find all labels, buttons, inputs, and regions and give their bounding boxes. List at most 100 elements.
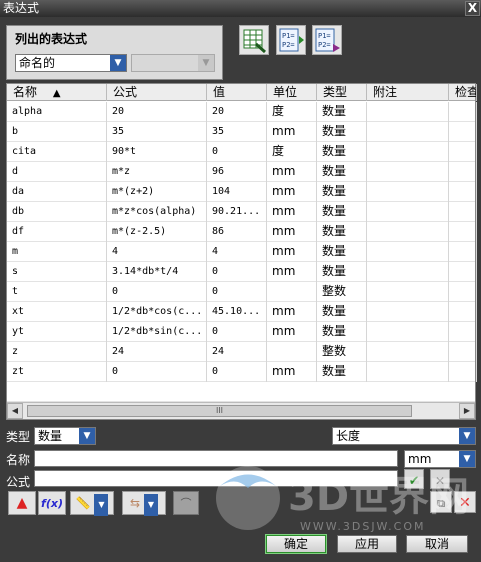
scroll-left-icon[interactable]: ◀ xyxy=(7,403,23,419)
name-cell: alpha xyxy=(7,102,107,122)
table-row[interactable]: t 0 0 整数 xyxy=(7,282,477,302)
check-cell xyxy=(449,142,477,162)
value-cell: 86 xyxy=(207,222,267,242)
scroll-right-icon[interactable]: ▶ xyxy=(459,403,475,419)
name-cell: b xyxy=(7,122,107,142)
column-header-value[interactable]: 值 xyxy=(207,84,267,101)
watermark-brand: 3D世界网 xyxy=(288,474,469,520)
function-button[interactable]: f(x) xyxy=(38,491,66,515)
listed-expressions-group: 列出的表达式 命名的 ▼ ▼ xyxy=(6,25,223,80)
column-header-check[interactable]: 检查 xyxy=(449,84,477,101)
column-header-unit[interactable]: 单位 xyxy=(267,84,317,101)
name-cell: m xyxy=(7,242,107,262)
note-cell xyxy=(367,182,449,202)
move-up-button[interactable]: ▲ xyxy=(8,491,36,515)
type-cell: 数量 xyxy=(317,182,367,202)
note-cell xyxy=(367,122,449,142)
note-cell xyxy=(367,342,449,362)
p2-text: P2= xyxy=(282,41,295,49)
table-row[interactable]: da m*(z+2) 104 mm 数量 xyxy=(7,182,477,202)
table-row[interactable]: z 24 24 整数 xyxy=(7,342,477,362)
table-row[interactable]: db m*z*cos(alpha) 90.21... mm 数量 xyxy=(7,202,477,222)
chevron-down-icon: ▼ xyxy=(94,494,109,516)
unit-cell: mm xyxy=(267,162,317,182)
formula-cell: 0 xyxy=(107,362,207,382)
value-cell: 4 xyxy=(207,242,267,262)
p2-text: P2= xyxy=(318,41,331,49)
p1-text: P1= xyxy=(282,32,295,40)
name-cell: cita xyxy=(7,142,107,162)
export-expressions-button[interactable]: P1= P2= xyxy=(312,25,342,55)
type-dropdown[interactable]: 数量 ▼ xyxy=(34,427,96,445)
unit-cell: mm xyxy=(267,302,317,322)
formula-cell: m*(z-2.5) xyxy=(107,222,207,242)
sort-ascending-icon: ▲ xyxy=(52,88,61,99)
check-cell xyxy=(449,202,477,222)
name-label: 名称 xyxy=(6,453,31,467)
note-cell xyxy=(367,142,449,162)
type-cell: 数量 xyxy=(317,362,367,382)
table-row[interactable]: zt 0 0 mm 数量 xyxy=(7,362,477,382)
spreadsheet-edit-button[interactable] xyxy=(239,25,269,55)
type-cell: 数量 xyxy=(317,102,367,122)
cancel-button[interactable]: 取消 xyxy=(406,535,468,553)
list-filter-dropdown[interactable]: 命名的 ▼ xyxy=(15,54,127,72)
secondary-filter-dropdown: ▼ xyxy=(131,54,215,72)
type-cell: 数量 xyxy=(317,222,367,242)
table-row[interactable]: xt 1/2*db*cos(c... 45.10... mm 数量 xyxy=(7,302,477,322)
value-cell: 24 xyxy=(207,342,267,362)
table-row[interactable] xyxy=(7,382,475,402)
note-cell xyxy=(367,162,449,182)
unit-cell: mm xyxy=(267,202,317,222)
check-cell xyxy=(449,342,477,362)
unit-cell: mm xyxy=(267,362,317,382)
table-row[interactable]: yt 1/2*db*sin(c... 0 mm 数量 xyxy=(7,322,477,342)
check-cell xyxy=(449,102,477,122)
measure-dropdown-button[interactable]: 📏 ▼ xyxy=(70,491,114,516)
ok-button[interactable]: 确定 xyxy=(266,535,326,553)
graph-button[interactable]: ⌒ xyxy=(173,491,199,515)
type-value: 数量 xyxy=(38,429,63,443)
column-header-type[interactable]: 类型 xyxy=(317,84,367,101)
horizontal-scrollbar[interactable]: ◀ III ▶ xyxy=(7,402,475,419)
name-cell: zt xyxy=(7,362,107,382)
column-header-name[interactable]: 名称 ▲ xyxy=(7,84,107,101)
check-cell xyxy=(449,222,477,242)
dimension-dropdown[interactable]: 长度 ▼ xyxy=(332,427,476,445)
unit-cell: mm xyxy=(267,242,317,262)
formula-cell: 24 xyxy=(107,342,207,362)
table-row[interactable]: d m*z 96 mm 数量 xyxy=(7,162,477,182)
formula-label: 公式 xyxy=(6,475,31,489)
table-row[interactable]: alpha 20 20 度数量 xyxy=(7,102,477,122)
column-header-note[interactable]: 附注 xyxy=(367,84,449,101)
type-cell: 数量 xyxy=(317,262,367,282)
formula-cell: 1/2*db*sin(c... xyxy=(107,322,207,342)
note-cell xyxy=(367,202,449,222)
table-row[interactable]: m 4 4 mm 数量 xyxy=(7,242,477,262)
import-p1p2-icon: P1= P2= xyxy=(279,28,304,52)
table-row[interactable]: s 3.14*db*t/4 0 mm 数量 xyxy=(7,262,477,282)
close-icon[interactable]: X xyxy=(465,1,480,16)
watermark-url: WWW.3DSJW.COM xyxy=(300,520,426,533)
reference-dropdown-button[interactable]: ⇆ ▼ xyxy=(122,491,166,516)
value-cell: 0 xyxy=(207,362,267,382)
import-expressions-button[interactable]: P1= P2= xyxy=(276,25,306,55)
type-label: 类型 xyxy=(6,430,31,444)
scroll-thumb[interactable]: III xyxy=(27,405,412,417)
type-cell: 数量 xyxy=(317,142,367,162)
apply-button[interactable]: 应用 xyxy=(337,535,397,553)
table-row[interactable]: cita 90*t 0 度数量 xyxy=(7,142,477,162)
type-cell: 数量 xyxy=(317,322,367,342)
expressions-table[interactable]: 名称 ▲ 公式 值 单位 类型 附注 检查 alpha 20 20 度数量 b 35 35 m… xyxy=(6,83,477,420)
table-row[interactable]: df m*(z-2.5) 86 mm 数量 xyxy=(7,222,477,242)
formula-cell: m*z xyxy=(107,162,207,182)
chevron-down-icon: ▼ xyxy=(79,428,95,444)
check-cell xyxy=(449,322,477,342)
unit-cell: mm xyxy=(267,262,317,282)
column-header-formula[interactable]: 公式 xyxy=(107,84,207,101)
unit-cell: mm xyxy=(267,222,317,242)
unit-cell: mm xyxy=(267,322,317,342)
table-row[interactable]: b 35 35 mm 数量 xyxy=(7,122,477,142)
formula-cell: m*z*cos(alpha) xyxy=(107,202,207,222)
value-cell: 0 xyxy=(207,322,267,342)
